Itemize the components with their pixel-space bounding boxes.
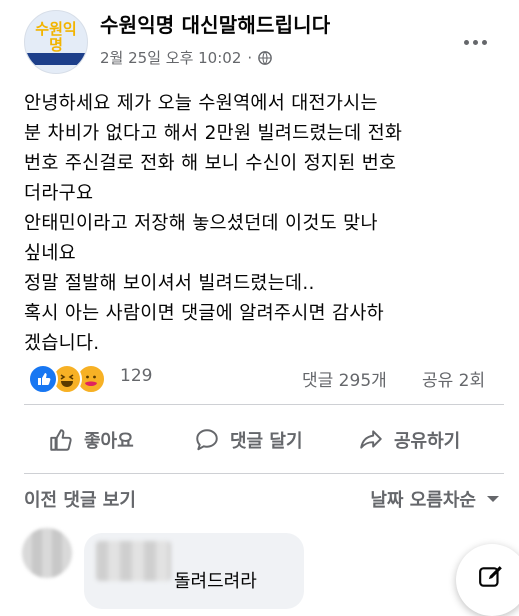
avatar-logo-text: 수원익명 [35, 20, 77, 54]
post-line: 겠습니다. [24, 333, 100, 354]
post-line: 정말 절발해 보이셔서 빌려드렸는데.. [24, 273, 315, 294]
post-meta: 2월 25일 오후 10:02 · [100, 47, 272, 68]
post-line: 안태민이라고 저장해 놓으셨던데 이것도 맞나 [24, 213, 378, 234]
post-line: 싶네요 [24, 243, 76, 264]
caret-down-icon [487, 496, 499, 502]
share-button[interactable]: 공유하기 [358, 417, 460, 463]
more-dot-icon [472, 39, 478, 45]
page-name[interactable]: 수원익명 대신말해드립니다 [100, 9, 330, 38]
share-count[interactable]: 공유 2회 [422, 366, 485, 391]
reaction-count[interactable]: 129 [120, 366, 152, 386]
post-line: 혹시 아는 사람이면 댓글에 알려주시면 감사하 [24, 303, 384, 324]
comment-count[interactable]: 댓글 295개 [302, 366, 387, 391]
like-button[interactable]: 좋아요 [48, 417, 134, 463]
compose-edit-icon [479, 566, 502, 587]
comment-avatar[interactable] [22, 528, 72, 578]
like-button-label: 좋아요 [84, 431, 134, 452]
post-line: 번호 주신걸로 전화 해 보니 수신이 정지된 번호 [24, 153, 397, 174]
avatar-logo-strip [25, 53, 87, 65]
page-avatar[interactable]: 수원익명 [24, 10, 88, 74]
like-reaction-icon [28, 364, 58, 394]
divider [24, 473, 504, 474]
more-dot-icon [463, 39, 469, 45]
post-line: 안녕하세요 제가 오늘 수원역에서 대전가시는 [24, 93, 378, 114]
sort-dropdown[interactable]: 날짜 오름차순 [370, 486, 500, 512]
compose-button[interactable] [456, 544, 519, 616]
comment-button[interactable]: 댓글 달기 [194, 417, 303, 463]
comments-header: 이전 댓글 보기 날짜 오름차순 [24, 483, 504, 515]
divider [24, 404, 504, 405]
reactions-summary: 129 댓글 295개 공유 2회 [24, 364, 504, 394]
comment-bubble: 돌려드려라 [84, 533, 304, 609]
post-body: 안녕하세요 제가 오늘 수원역에서 대전가시는 분 차비가 없다고 해서 2만원… [24, 89, 504, 359]
comment-text: 돌려드려라 [174, 571, 257, 592]
post-line: 분 차비가 없다고 해서 2만원 빌려드렸는데 전화 [24, 123, 403, 144]
more-dot-icon [481, 39, 487, 45]
comment-bubble-icon [196, 429, 218, 451]
comment-button-label: 댓글 달기 [230, 431, 303, 452]
view-previous-comments-link[interactable]: 이전 댓글 보기 [24, 486, 136, 512]
reaction-icons[interactable] [24, 364, 114, 394]
thumbs-up-icon [50, 429, 72, 451]
share-arrow-icon [360, 430, 382, 449]
post-line: 더라구요 [24, 183, 94, 204]
sort-label: 날짜 오름차순 [370, 490, 476, 511]
comment-author-redacted[interactable] [96, 541, 171, 581]
share-button-label: 공유하기 [394, 431, 461, 452]
post-header: 수원익명 수원익명 대신말해드립니다 2월 25일 오후 10:02 · [0, 0, 519, 92]
meta-separator: · [247, 48, 253, 67]
post-timestamp[interactable]: 2월 25일 오후 10:02 [100, 47, 241, 68]
post-actions: 좋아요 댓글 달기 공유하기 [24, 417, 504, 463]
more-options-button[interactable] [455, 27, 495, 57]
globe-icon [258, 50, 272, 65]
